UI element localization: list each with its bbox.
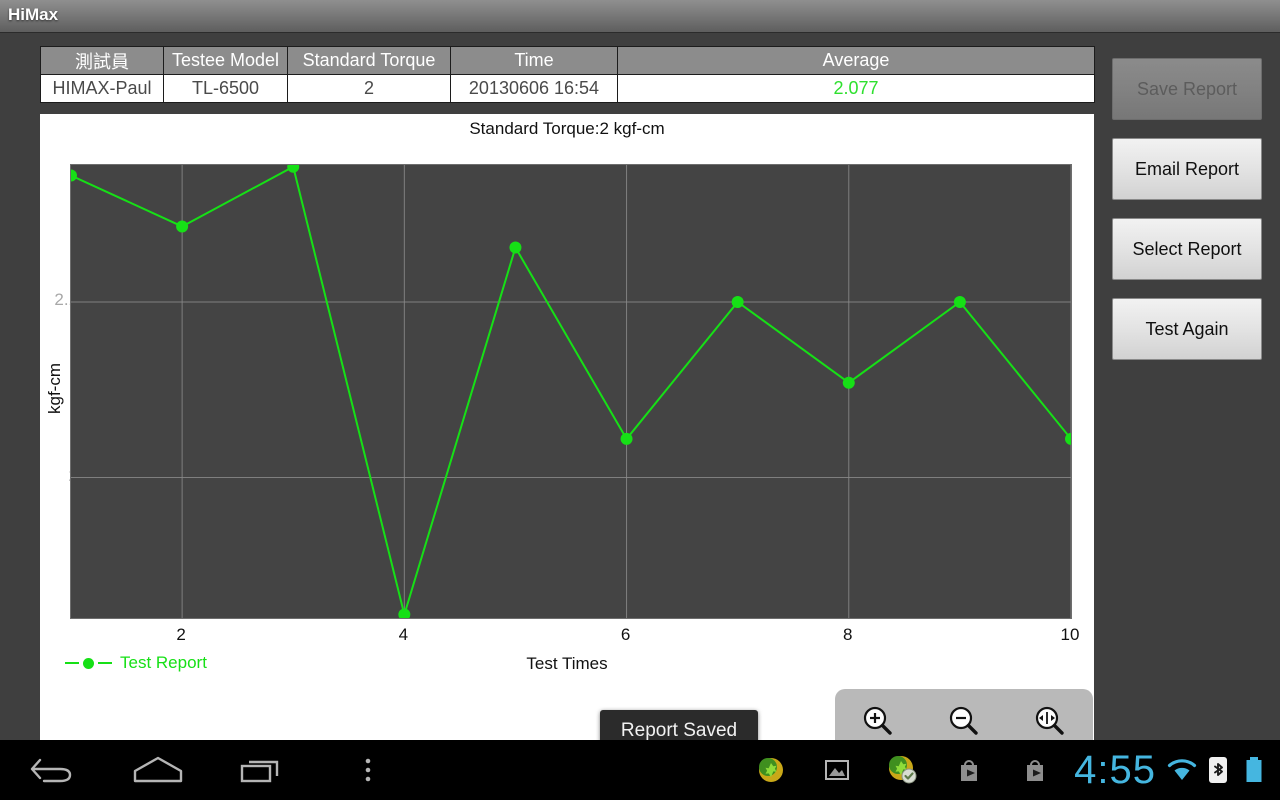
chart-x-tick-8: 8 [843, 625, 853, 644]
cell-time: 20130606 16:54 [450, 74, 618, 103]
statusbar-clock: 4:55 [1074, 747, 1156, 792]
table-header-row: 測試員 Testee Model Standard Torque Time Av… [40, 46, 1095, 75]
app-screen: HiMax 測試員 Testee Model Standard Torque T… [0, 0, 1280, 800]
report-info-table: 測試員 Testee Model Standard Torque Time Av… [40, 46, 1095, 103]
column-header-time: Time [450, 46, 618, 75]
bluetooth-icon [1200, 740, 1236, 800]
app-icon-check [870, 740, 936, 800]
action-button-column: Save Report Email Report Select Report T… [1112, 58, 1262, 378]
column-header-standard-torque: Standard Torque [287, 46, 451, 75]
chart-svg [71, 165, 1071, 618]
android-navigation-bar: 4:55 [0, 740, 1280, 800]
app-body: 測試員 Testee Model Standard Torque Time Av… [0, 33, 1280, 754]
chart-legend: Test Report [65, 651, 207, 675]
save-report-button[interactable]: Save Report [1112, 58, 1262, 120]
legend-dot-icon [83, 657, 94, 669]
zoom-in-icon[interactable] [858, 701, 898, 741]
wifi-icon [1164, 740, 1200, 800]
back-icon[interactable] [0, 740, 105, 800]
home-icon[interactable] [105, 740, 210, 800]
column-header-average: Average [617, 46, 1095, 75]
column-header-testee-model: Testee Model [163, 46, 288, 75]
play-store-icon [1002, 740, 1068, 800]
chart-x-tick-2: 2 [176, 625, 186, 644]
legend-line-icon [65, 662, 79, 664]
cell-testee-model: TL-6500 [163, 74, 288, 103]
email-report-button[interactable]: Email Report [1112, 138, 1262, 200]
chart-x-tick-6: 6 [620, 625, 631, 644]
chart-x-tick-4: 4 [398, 625, 409, 644]
gallery-image-icon [804, 740, 870, 800]
app-title: HiMax [8, 5, 59, 24]
zoom-out-icon[interactable] [944, 701, 984, 741]
chart-plot-area[interactable] [70, 164, 1072, 619]
toast-text: Report Saved [620, 720, 738, 741]
chart-title: Standard Torque:2 kgf-cm [469, 119, 665, 138]
cell-tester: HIMAX-Paul [40, 74, 164, 103]
legend-line-icon [98, 662, 112, 664]
overflow-menu-icon[interactable] [315, 740, 420, 800]
recents-icon[interactable] [210, 740, 315, 800]
chart-y-axis-label: kgf-cm [45, 363, 64, 414]
statusbar-right-group: 4:55 [738, 740, 1272, 800]
test-again-button[interactable]: Test Again [1112, 298, 1262, 360]
battery-icon [1236, 740, 1272, 800]
select-report-button[interactable]: Select Report [1112, 218, 1262, 280]
cell-average: 2.077 [617, 74, 1095, 103]
chart-x-tick-10: 10 [1060, 625, 1080, 644]
column-header-tester: 測試員 [40, 46, 164, 75]
legend-label: Test Report [120, 653, 207, 672]
app-icon [738, 740, 804, 800]
cell-standard-torque: 2 [287, 74, 451, 103]
zoom-reset-icon[interactable] [1030, 701, 1070, 741]
play-store-icon [936, 740, 1002, 800]
table-row: HIMAX-Paul TL-6500 2 20130606 16:54 2.07… [40, 74, 1095, 103]
navbar-left-group [0, 740, 420, 800]
chart-card: Standard Torque:2 kgf-cm kgf-cm 2.1 2 2 … [40, 114, 1094, 754]
title-bar: HiMax [0, 0, 1280, 33]
